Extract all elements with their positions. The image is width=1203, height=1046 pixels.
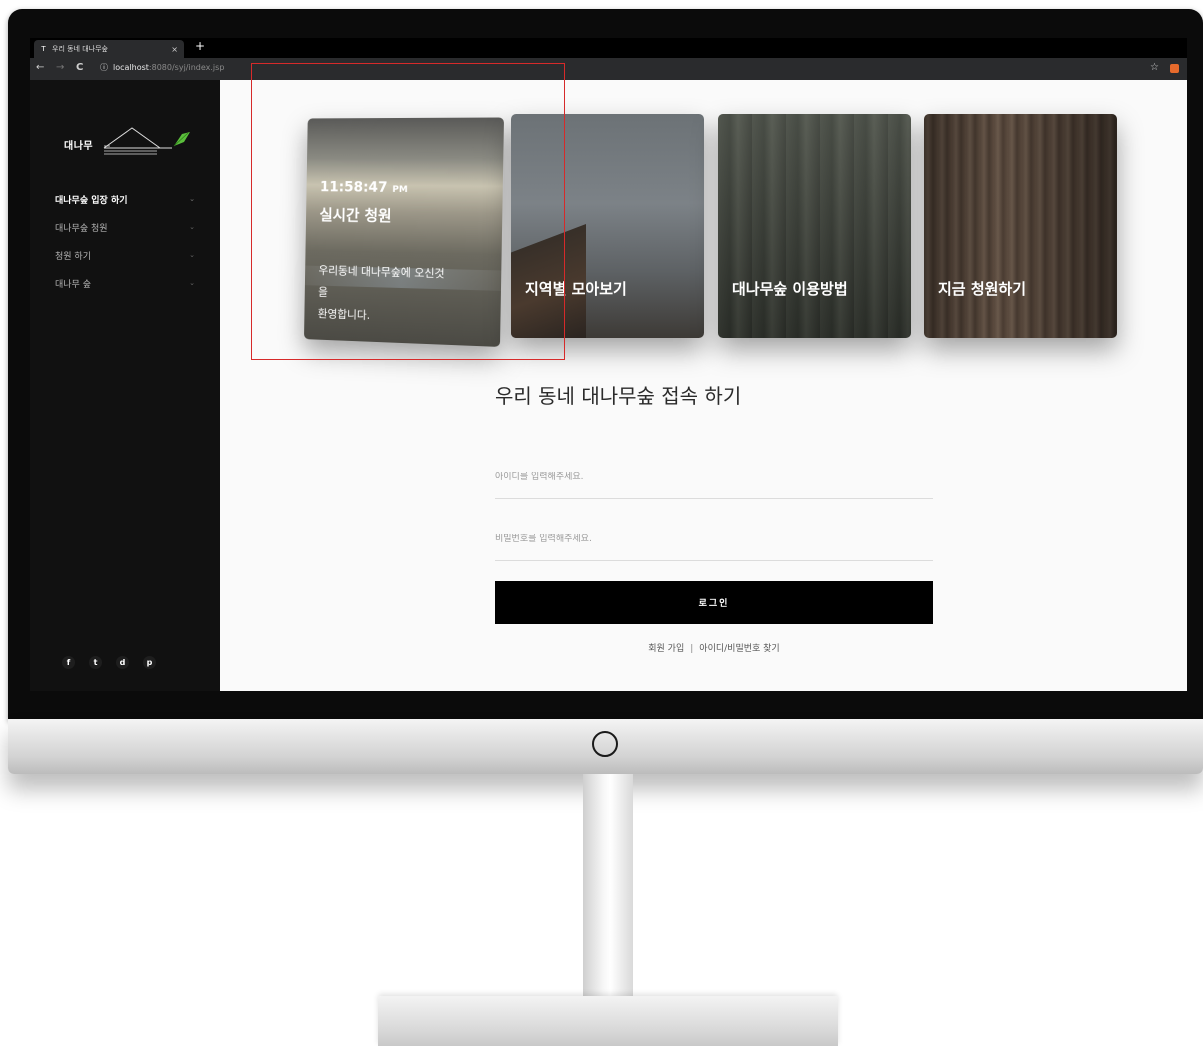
chevron-down-icon: ⌄	[189, 223, 195, 231]
twitter-icon[interactable]: t	[89, 656, 102, 669]
new-tab-button[interactable]: +	[195, 39, 205, 53]
browser-tab[interactable]: T 우리 동네 대나무숲 ×	[34, 40, 184, 58]
sidebar-item-enter[interactable]: 대나무숲 입장 하기 ⌄	[55, 185, 195, 213]
address-bar: ← → C ⓘ localhost:8080/syj/index.jsp ☆	[30, 58, 1187, 80]
password-input[interactable]	[495, 534, 933, 544]
tab-title: 우리 동네 대나무숲	[52, 44, 171, 54]
power-button-icon	[592, 731, 618, 757]
card-label: 대나무숲 이용방법	[732, 278, 848, 299]
username-field-wrap	[495, 458, 933, 499]
back-icon[interactable]: ←	[36, 62, 44, 73]
sidebar-item-label: 대나무숲 입장 하기	[55, 193, 128, 206]
pinterest-icon[interactable]: p	[143, 656, 156, 669]
usage-guide-card[interactable]: 대나무숲 이용방법	[718, 114, 911, 338]
info-icon: ⓘ	[100, 62, 108, 73]
sidebar-item-petition-create[interactable]: 청원 하기 ⌄	[55, 241, 195, 269]
star-icon[interactable]: ☆	[1150, 62, 1159, 73]
tab-strip: T 우리 동네 대나무숲 × +	[30, 38, 1187, 58]
login-links: 회원 가입 | 아이디/비밀번호 찾기	[495, 641, 933, 654]
sidebar-item-label: 대나무숲 청원	[55, 221, 108, 234]
monitor-stand-neck	[583, 774, 633, 999]
dribbble-icon[interactable]: d	[116, 656, 129, 669]
link-separator: |	[690, 644, 693, 654]
signup-link[interactable]: 회원 가입	[648, 644, 684, 654]
chevron-down-icon: ⌄	[189, 279, 195, 287]
browser-screen: T 우리 동네 대나무숲 × + ← → C ⓘ localhost:8080/…	[30, 38, 1187, 691]
facebook-icon[interactable]: f	[62, 656, 75, 669]
favicon-icon: T	[39, 45, 48, 54]
login-heading: 우리 동네 대나무숲 접속 하기	[495, 380, 741, 409]
sidebar: 대나무 대나무숲 입장 하기 ⌄ 대나무숲 청원 ⌄ 청원 하기 ⌄ 대나무 숲…	[30, 80, 220, 691]
forward-icon[interactable]: →	[56, 62, 64, 73]
highlight-annotation-box	[251, 63, 565, 360]
password-field-wrap	[495, 520, 933, 561]
bamboo-house-logo-icon	[102, 120, 192, 160]
chevron-down-icon: ⌄	[189, 251, 195, 259]
side-menu: 대나무숲 입장 하기 ⌄ 대나무숲 청원 ⌄ 청원 하기 ⌄ 대나무 숲 ⌄	[55, 185, 195, 297]
url-path: :8080/syj/index.jsp	[149, 63, 224, 72]
monitor-stand-base	[378, 996, 838, 1046]
reload-icon[interactable]: C	[76, 62, 83, 73]
card-label: 지금 청원하기	[938, 278, 1026, 299]
login-button[interactable]: 로그인	[495, 581, 933, 624]
extension-icon[interactable]	[1170, 64, 1179, 73]
sidebar-item-forest[interactable]: 대나무 숲 ⌄	[55, 269, 195, 297]
username-input[interactable]	[495, 472, 933, 482]
url-host: localhost	[113, 63, 149, 72]
social-links: f t d p	[62, 656, 156, 669]
sidebar-item-petitions[interactable]: 대나무숲 청원 ⌄	[55, 213, 195, 241]
close-tab-icon[interactable]: ×	[171, 45, 178, 54]
petition-now-card[interactable]: 지금 청원하기	[924, 114, 1117, 338]
url-field[interactable]: ⓘ localhost:8080/syj/index.jsp	[100, 62, 224, 73]
chevron-down-icon: ⌄	[189, 195, 195, 203]
logo-text[interactable]: 대나무	[64, 137, 93, 152]
sidebar-item-label: 청원 하기	[55, 249, 91, 262]
find-account-link[interactable]: 아이디/비밀번호 찾기	[699, 644, 779, 654]
sidebar-item-label: 대나무 숲	[55, 277, 91, 290]
